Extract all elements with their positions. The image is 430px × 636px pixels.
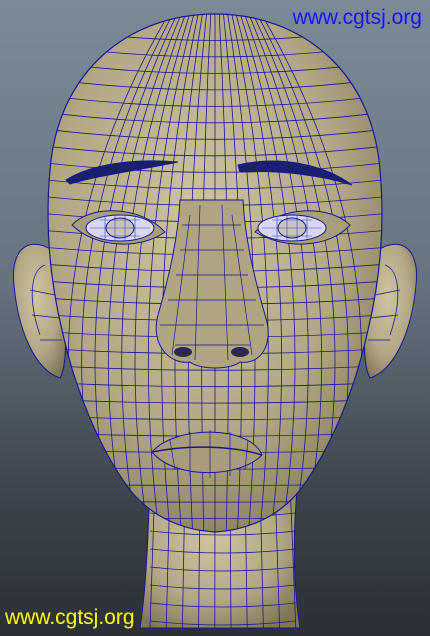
watermark-top: www.cgtsj.org <box>292 6 422 29</box>
3d-viewport[interactable] <box>0 0 430 636</box>
watermark-bottom: www.cgtsj.org <box>5 606 135 629</box>
